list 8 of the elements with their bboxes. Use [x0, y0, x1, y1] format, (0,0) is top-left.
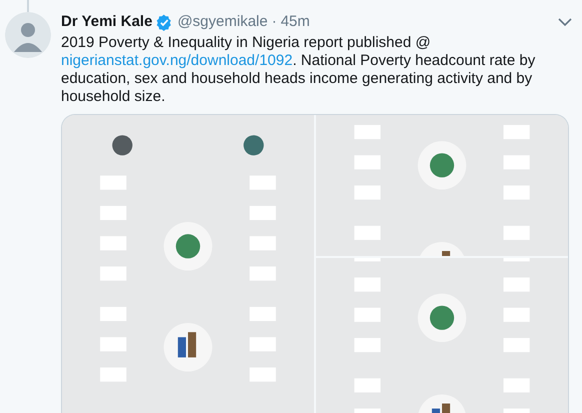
tweet-text: 2019 Poverty & Inequality in Nigeria report published @ nigerianstat.gov.ng/download/1092. National Poverty headcount rate by education, sex and household heads income generating activity and by household size. [61, 34, 536, 106]
avatar[interactable] [5, 12, 51, 58]
user-handle[interactable]: @sgyemikale [177, 12, 268, 32]
author-name[interactable]: Dr Yemi Kale [61, 12, 152, 32]
separator: · [272, 12, 277, 32]
caret-icon[interactable] [558, 18, 572, 26]
link[interactable]: nigerianstat.gov.ng/download/1092 [61, 52, 293, 69]
timestamp[interactable]: 45m [280, 12, 310, 32]
